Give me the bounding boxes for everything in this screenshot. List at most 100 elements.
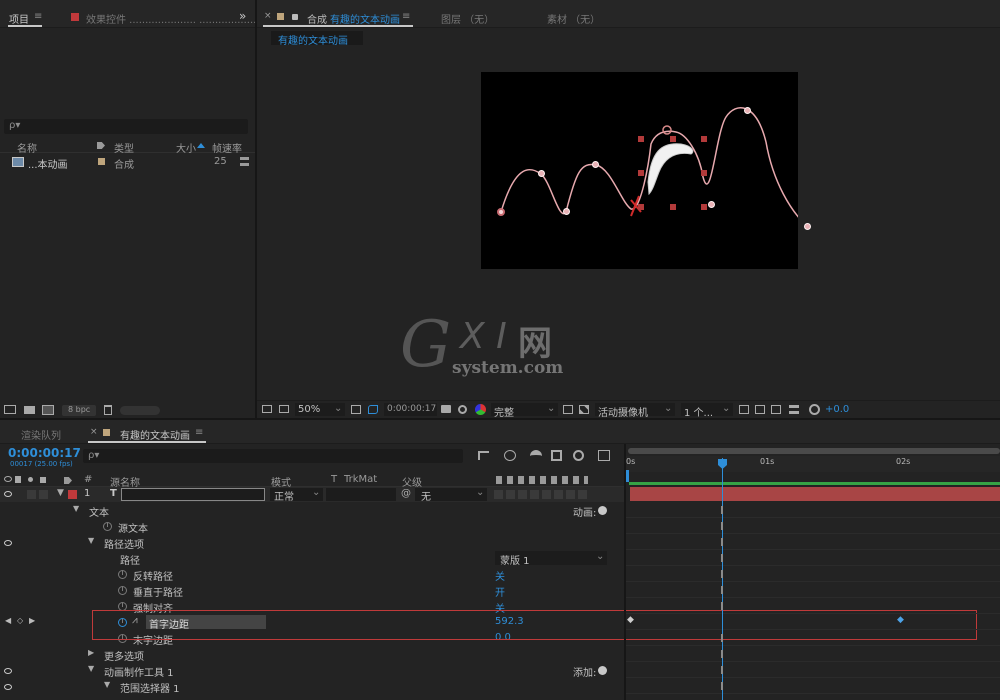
perpendicular-value[interactable]: 开 (495, 584, 505, 599)
eye-icon[interactable] (4, 540, 12, 546)
sort-ascending-icon[interactable] (197, 143, 205, 148)
tab-timeline-comp[interactable]: 有趣的文本动画 (120, 427, 190, 442)
tree-perpendicular[interactable]: 垂直于路径 开 (0, 583, 625, 599)
solo-toggle[interactable] (39, 490, 48, 499)
col-t[interactable]: T (331, 474, 337, 485)
parent-pickwhip-icon[interactable]: @ (401, 488, 411, 499)
grid-overlay-icon[interactable] (351, 405, 361, 414)
transform-handle[interactable] (638, 204, 644, 210)
toggle-pixel-aspect-icon[interactable] (739, 405, 749, 414)
transform-handle[interactable] (638, 136, 644, 142)
panel-menu-icon[interactable]: ≡ (34, 11, 42, 22)
keyframe-diamond-selected[interactable]: ◆ (897, 615, 904, 625)
tree-range-selector-1[interactable]: ▼ 范围选择器 1 (0, 679, 625, 695)
lock-icon[interactable] (40, 477, 46, 483)
expand-panels-icon[interactable]: » (239, 9, 246, 23)
trkmat-dropdown[interactable] (326, 488, 396, 501)
views-dropdown[interactable]: 1 个... ⌄ (681, 403, 733, 419)
keyframe-diamond[interactable]: ◆ (627, 615, 634, 625)
layer-name-field[interactable] (121, 488, 265, 501)
show-snapshot-icon[interactable] (458, 405, 467, 414)
always-preview-icon[interactable] (262, 405, 272, 413)
expand-chevron-icon[interactable]: ▼ (104, 680, 110, 689)
parent-dropdown[interactable]: 无 ⌄ (415, 487, 487, 503)
path-mask-dropdown[interactable]: 蒙版 1 ⌄ (495, 551, 607, 567)
tab-composition[interactable]: 有趣的文本动画 (330, 11, 400, 26)
audio-icon[interactable] (15, 476, 21, 483)
blend-mode-dropdown[interactable]: 正常 ⌄ (270, 487, 323, 503)
tab-layer[interactable]: 图层 （无） (441, 11, 494, 26)
eye-icon[interactable] (4, 491, 12, 497)
graph-editor-icon[interactable] (598, 450, 610, 461)
panel-menu-icon[interactable]: ≡ (402, 11, 410, 22)
snapshot-camera-icon[interactable] (441, 405, 451, 413)
add-menu-icon[interactable] (598, 666, 607, 675)
eye-icon[interactable] (4, 684, 12, 690)
color-channel-icon[interactable] (475, 404, 486, 415)
transform-handle[interactable] (670, 136, 676, 142)
tree-source-text[interactable]: 源文本 (0, 519, 625, 535)
path-vertex[interactable] (708, 201, 715, 208)
next-keyframe-icon[interactable]: ▶ (29, 616, 35, 625)
current-time-display[interactable]: 0:00:00:17 (384, 403, 437, 416)
tree-path[interactable]: 路径 蒙版 1 ⌄ (0, 551, 625, 567)
time-ruler[interactable]: 0s 01s 02s (626, 456, 1000, 472)
project-scrollbar[interactable] (120, 406, 160, 415)
reverse-path-value[interactable]: 关 (495, 568, 505, 583)
zoom-dropdown[interactable]: 50% ⌄ (295, 403, 345, 416)
eye-icon[interactable] (4, 476, 12, 482)
expand-chevron-icon[interactable]: ▼ (88, 536, 94, 545)
tab-project[interactable]: 项目 (9, 11, 29, 26)
add-keyframe-icon[interactable]: ◇ (17, 616, 23, 625)
comp-viewer-canvas[interactable] (481, 72, 811, 269)
path-vertex[interactable] (538, 170, 545, 177)
tree-animator-1[interactable]: ▼ 动画制作工具 1 添加: (0, 663, 625, 679)
timeline-link-icon[interactable] (771, 405, 781, 414)
work-area-start-marker[interactable] (626, 470, 629, 482)
expand-chevron-icon[interactable]: ▼ (88, 664, 94, 673)
project-search-input[interactable]: ρ▾ (4, 119, 248, 134)
delete-trash-icon[interactable] (104, 405, 112, 415)
panel-menu-icon[interactable]: ≡ (195, 427, 203, 438)
draft-3d-icon[interactable] (504, 450, 516, 461)
camera-dropdown[interactable]: 活动摄像机 ⌄ (595, 403, 675, 419)
layer-collapse-chevron-icon[interactable]: ▼ (57, 488, 64, 498)
tree-more-options[interactable]: ▶ 更多选项 (0, 647, 625, 663)
label-tag-icon[interactable] (64, 477, 72, 484)
monitor-icon[interactable] (279, 405, 289, 413)
transparency-grid-icon[interactable] (579, 405, 589, 414)
exposure-icon[interactable] (809, 404, 820, 415)
path-vertex-start[interactable] (497, 208, 505, 216)
project-item-row[interactable]: ...本动画 合成 25 (0, 155, 255, 171)
close-tab-icon[interactable]: × (264, 11, 272, 21)
tab-footage[interactable]: 素材 （无） (547, 11, 600, 26)
collapse-chevron-icon[interactable]: ▶ (88, 648, 94, 657)
timeline-search-input[interactable]: ρ▾ (83, 449, 463, 463)
region-of-interest-icon[interactable] (563, 405, 573, 414)
stopwatch-icon[interactable] (103, 522, 112, 531)
prev-keyframe-icon[interactable]: ◀ (5, 616, 11, 625)
col-trkmat[interactable]: TrkMat (344, 474, 377, 485)
layer-switches-icons[interactable] (496, 476, 588, 484)
tree-text-group[interactable]: ▼ 文本 动画: (0, 503, 625, 519)
resolution-dropdown[interactable]: 完整 ⌄ (491, 403, 558, 419)
transform-handle[interactable] (701, 136, 707, 142)
shy-layers-icon[interactable] (530, 450, 542, 460)
layer-label-color[interactable] (68, 490, 77, 499)
bpc-button[interactable]: 8 bpc (62, 405, 96, 416)
label-tag-icon[interactable] (97, 142, 105, 149)
motion-blur-icon[interactable] (573, 450, 584, 461)
timeline-timecode[interactable]: 0:00:00:17 (8, 446, 81, 460)
comp-mini-flowchart-icon[interactable] (478, 451, 489, 460)
new-composition-icon[interactable] (42, 405, 54, 415)
stopwatch-icon[interactable] (118, 570, 127, 579)
transform-handle[interactable] (701, 204, 707, 210)
audio-toggle[interactable] (27, 490, 36, 499)
transform-handle[interactable] (670, 204, 676, 210)
layer-switches[interactable] (494, 490, 589, 499)
work-area-bar[interactable] (628, 448, 1000, 454)
fast-previews-icon[interactable] (755, 405, 765, 414)
path-vertex-end[interactable] (804, 223, 811, 230)
path-vertex[interactable] (744, 107, 751, 114)
tree-path-options[interactable]: ▼ 路径选项 (0, 535, 625, 551)
